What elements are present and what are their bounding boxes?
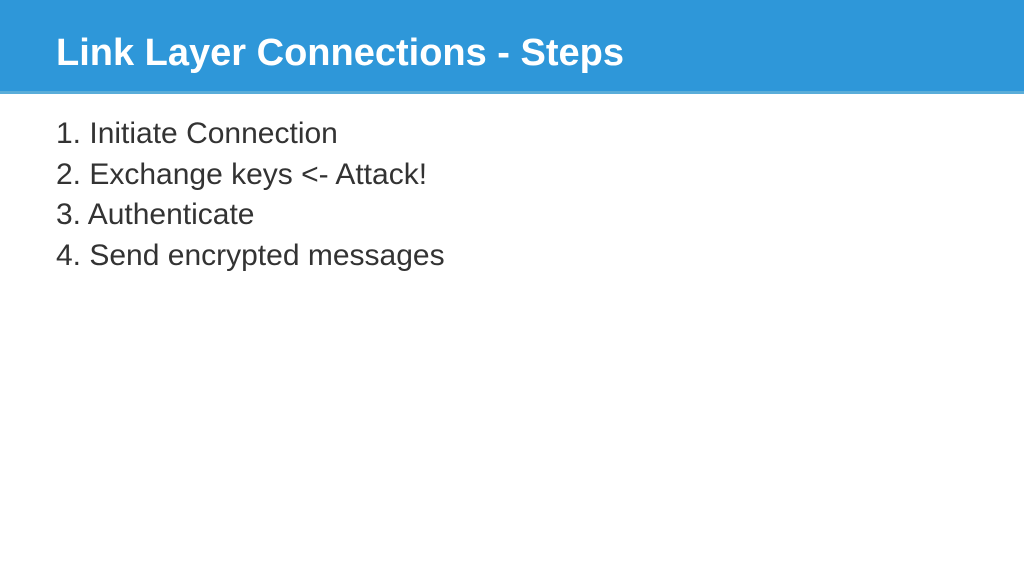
slide-content: 1. Initiate Connection 2. Exchange keys … — [0, 94, 1024, 276]
step-item: 3. Authenticate — [56, 195, 1024, 236]
step-item: 2. Exchange keys <- Attack! — [56, 155, 1024, 196]
step-item: 4. Send encrypted messages — [56, 236, 1024, 277]
step-item: 1. Initiate Connection — [56, 114, 1024, 155]
slide-title: Link Layer Connections - Steps — [56, 32, 1024, 75]
slide-header: Link Layer Connections - Steps — [0, 0, 1024, 94]
